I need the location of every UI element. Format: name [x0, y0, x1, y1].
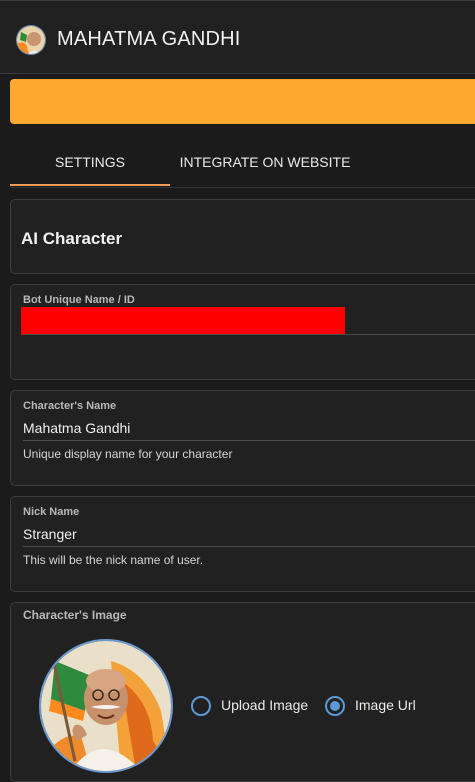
tab-bar: SETTINGS INTEGRATE ON WEBSITE: [10, 140, 475, 188]
upload-image-radio[interactable]: [191, 696, 211, 716]
image-url-label: Image Url: [355, 697, 416, 713]
ai-character-section: AI Character: [10, 199, 475, 274]
character-name-card: Character's Name Mahatma Gandhi Unique d…: [10, 390, 475, 486]
upload-image-label: Upload Image: [221, 697, 309, 713]
active-tab-indicator: [10, 184, 170, 186]
bot-id-label: Bot Unique Name / ID: [23, 294, 135, 306]
nick-name-help: This will be the nick name of user.: [23, 553, 204, 567]
redaction-box: [21, 307, 345, 335]
character-portrait: [39, 639, 173, 773]
character-name-label: Character's Name: [23, 400, 117, 412]
nick-name-card: Nick Name Stranger This will be the nick…: [10, 496, 475, 592]
tab-integrate-on-website[interactable]: INTEGRATE ON WEBSITE: [170, 140, 360, 186]
nick-name-input[interactable]: Stranger: [23, 526, 77, 542]
app-header: MAHATMA GANDHI: [0, 0, 475, 74]
character-image-label: Character's Image: [23, 608, 127, 622]
character-image-card: Character's Image Upload Image Image Url: [10, 602, 475, 782]
character-name-help: Unique display name for your character: [23, 447, 233, 461]
image-url-radio[interactable]: [325, 696, 345, 716]
bot-id-card: Bot Unique Name / ID: [10, 284, 475, 380]
section-heading: AI Character: [21, 229, 123, 248]
nick-name-underline: [23, 546, 475, 547]
nick-name-label: Nick Name: [23, 506, 80, 518]
bot-id-field[interactable]: [23, 334, 475, 335]
character-avatar-icon[interactable]: [16, 25, 46, 55]
notice-banner: [10, 79, 475, 124]
page-title: MAHATMA GANDHI: [57, 28, 241, 50]
character-name-underline: [23, 440, 475, 441]
character-name-input[interactable]: Mahatma Gandhi: [23, 420, 130, 436]
tab-settings[interactable]: SETTINGS: [10, 140, 170, 186]
